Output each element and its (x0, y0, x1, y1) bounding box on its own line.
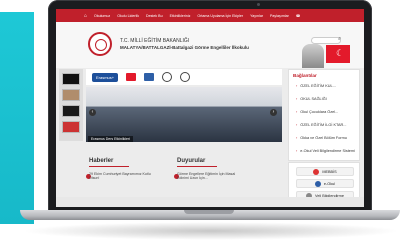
announcements-title: Duyurular (177, 158, 206, 164)
slider-caption: Erasmus Ders Etkinlikleri (88, 136, 133, 142)
nav-item-destek[interactable]: Destek Bu (146, 14, 163, 18)
news-underline (89, 166, 129, 167)
nav-item-paylasimlar[interactable]: Paylaşımlar (270, 14, 289, 18)
search-icon[interactable]: ⌕ (338, 36, 341, 43)
nav-item-ekipler[interactable]: Ortama Uyulama İçin Ekipler (197, 14, 243, 18)
star-icon: ☾ (336, 48, 345, 58)
quick-links-panel (288, 69, 360, 161)
portrait-image (302, 44, 324, 68)
chevron-right-icon: › (296, 149, 298, 153)
laptop-shadow (22, 222, 400, 240)
laptop-notch (184, 210, 234, 214)
seal-icon[interactable] (180, 72, 191, 82)
quick-link-item[interactable]: › Okul Çocuklara Özel... (296, 110, 358, 114)
announcement-item[interactable]: Görme Engellere Eğitimin İçin Masal Edin… (177, 172, 247, 181)
ministry-title: T.C. MİLLİ EĞİTİM BAKANLIĞI (120, 38, 190, 44)
nav-item-okulumuz[interactable]: Okulumuz (94, 14, 110, 18)
chevron-right-icon: › (296, 123, 298, 127)
quick-link-item[interactable]: › Okka ve Özel Bölüm Formu (296, 136, 358, 140)
thumbnail-strip (59, 69, 83, 141)
turkey-flag-icon[interactable] (126, 73, 137, 81)
chevron-right-icon: › (296, 110, 298, 114)
slider-next-button[interactable]: › (270, 109, 277, 116)
thumbnail-3[interactable] (62, 105, 80, 117)
top-navigation: ⌂ Okulumuz Okulu Liderlik Destek Bu Etki… (56, 9, 364, 22)
quick-link-item[interactable]: › OKUL SAĞLIĞI (296, 97, 358, 101)
chevron-right-icon: › (296, 84, 298, 88)
search-input[interactable] (311, 37, 341, 44)
cyan-side-band (0, 12, 34, 224)
quick-link-item[interactable]: › ÖZEL EĞİTİM İLGİ KTAR... (296, 123, 358, 127)
phone-icon[interactable]: ☎ (296, 14, 300, 18)
screen-bottom-strip (56, 197, 364, 207)
quick-links-title: Bağlantılar (293, 73, 317, 78)
chevron-right-icon: › (296, 136, 298, 140)
news-item[interactable]: 29 Ekim Cumhuriyet Bayramımız Kutlu Olsu… (89, 172, 159, 181)
quick-link-item[interactable]: › ÖZEL EĞİTİM KUL... (296, 84, 358, 88)
chevron-right-icon: › (296, 97, 298, 101)
thumbnail-2[interactable] (62, 89, 80, 101)
site-header: T.C. MİLLİ EĞİTİM BAKANLIĞI MALATYA/BATT… (56, 22, 364, 68)
news-title: Haberler (89, 158, 114, 164)
nav-item-yayinlar[interactable]: Yayınlar (250, 14, 263, 18)
quick-link-item[interactable]: › e-Okul Veli Bilgilendirme Sistemi (296, 149, 358, 153)
seal-icon[interactable] (162, 72, 173, 82)
home-icon[interactable]: ⌂ (84, 13, 87, 19)
logo-icon[interactable] (144, 73, 155, 81)
erasmus-logo[interactable]: Erasmus+ (92, 72, 119, 82)
turkish-flag-image: ☾ (326, 45, 350, 63)
school-title: MALATYA/BATTALGAZİ-Battalgazi Görme Enge… (120, 45, 249, 50)
website-screen: ⌂ Okulumuz Okulu Liderlik Destek Bu Etki… (56, 9, 364, 207)
partner-banner-row: Erasmus+ (86, 69, 282, 85)
main-slider-photo[interactable] (86, 87, 282, 142)
mebbis-icon (313, 168, 320, 175)
slider-prev-button[interactable]: ‹ (89, 109, 96, 116)
nav-item-etkinlikler[interactable]: Etkinlikleriniz (170, 14, 191, 18)
mebbis-button[interactable]: MEBBİS (296, 167, 354, 176)
e-okul-button[interactable]: e-Okul (296, 179, 354, 188)
announcements-underline (177, 166, 217, 167)
thumbnail-1[interactable] (62, 73, 80, 85)
thumbnail-4[interactable] (62, 121, 80, 133)
e-okul-icon (314, 180, 321, 187)
camera-icon (257, 3, 260, 6)
meb-logo (88, 32, 112, 56)
nav-item-okulu-liderlik[interactable]: Okulu Liderlik (117, 14, 139, 18)
